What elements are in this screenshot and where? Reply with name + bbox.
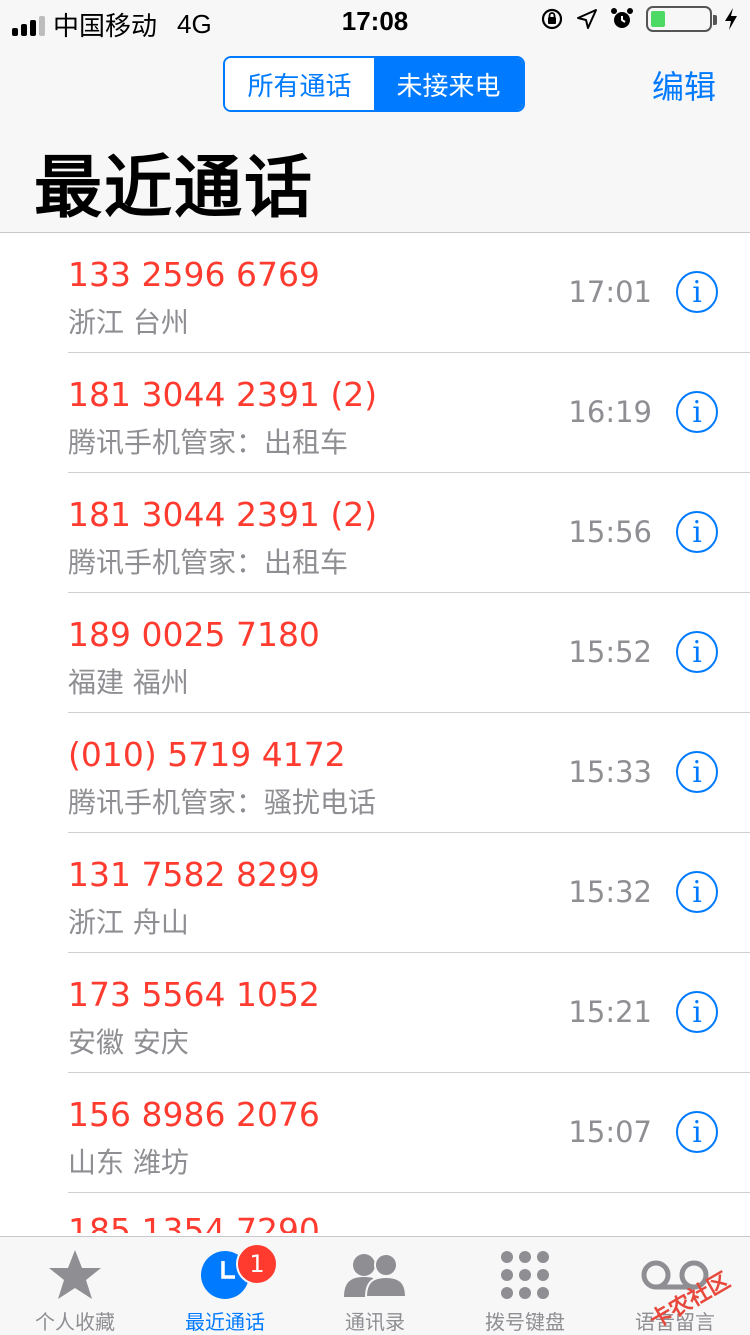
- page-title: 最近通话: [34, 149, 315, 228]
- call-location: 浙江 舟山: [68, 906, 189, 939]
- segment-all-calls[interactable]: 所有通话: [225, 58, 374, 110]
- call-time: 15:56: [568, 515, 652, 549]
- status-right: [540, 6, 738, 32]
- call-number: 189 0025 7180: [68, 615, 320, 654]
- alarm-icon: [611, 8, 633, 28]
- tab-contacts[interactable]: 通讯录: [300, 1237, 450, 1335]
- recent-calls-list: 133 2596 6769 浙江 台州 17:01 i 181 3044 239…: [0, 233, 750, 1233]
- call-time: 17:01: [568, 275, 652, 309]
- call-location: 腾讯手机管家：骚扰电话: [68, 786, 377, 819]
- call-location: 山东 潍坊: [68, 1146, 189, 1179]
- tab-favorites[interactable]: 个人收藏: [0, 1237, 150, 1335]
- call-row-partial[interactable]: 185 1354 7290: [68, 1193, 750, 1233]
- call-time: 15:32: [568, 875, 652, 909]
- battery-icon: [646, 6, 717, 32]
- call-number: 185 1354 7290: [68, 1211, 320, 1233]
- call-time: 15:07: [568, 1115, 652, 1149]
- info-icon[interactable]: i: [676, 271, 718, 313]
- info-icon[interactable]: i: [676, 751, 718, 793]
- info-icon[interactable]: i: [676, 391, 718, 433]
- info-icon[interactable]: i: [676, 871, 718, 913]
- tab-recents[interactable]: 1 最近通话: [150, 1237, 300, 1335]
- call-number: 131 7582 8299: [68, 855, 320, 894]
- call-location: 安徽 安庆: [68, 1026, 189, 1059]
- call-row[interactable]: 181 3044 2391 (2) 腾讯手机管家：出租车 16:19 i: [68, 353, 750, 473]
- call-time: 16:19: [568, 395, 652, 429]
- call-row[interactable]: (010) 5719 4172 腾讯手机管家：骚扰电话 15:33 i: [68, 713, 750, 833]
- call-location: 福建 福州: [68, 666, 189, 699]
- info-icon[interactable]: i: [676, 511, 718, 553]
- charging-bolt-icon: [725, 8, 737, 30]
- call-row[interactable]: 181 3044 2391 (2) 腾讯手机管家：出租车 15:56 i: [68, 473, 750, 593]
- call-time: 15:33: [568, 755, 652, 789]
- tab-label: 拨号键盘: [485, 1310, 565, 1334]
- call-row[interactable]: 133 2596 6769 浙江 台州 17:01 i: [68, 233, 750, 353]
- call-location: 腾讯手机管家：出租车: [68, 546, 349, 579]
- call-row[interactable]: 131 7582 8299 浙江 舟山 15:32 i: [68, 833, 750, 953]
- missed-calls-badge: 1: [236, 1243, 278, 1285]
- tab-label: 最近通话: [185, 1310, 265, 1334]
- location-arrow-icon: [577, 9, 597, 29]
- call-row[interactable]: 156 8986 2076 山东 潍坊 15:07 i: [68, 1073, 750, 1193]
- call-filter-segmented-control: 所有通话 未接来电: [223, 56, 525, 112]
- contacts-icon: [344, 1252, 408, 1298]
- segment-missed-calls[interactable]: 未接来电: [374, 58, 523, 110]
- call-number: 133 2596 6769: [68, 255, 320, 294]
- watermark-logo: 卡农社区: [634, 1268, 744, 1334]
- call-number: 156 8986 2076: [68, 1095, 320, 1134]
- call-location: 腾讯手机管家：出租车: [68, 426, 349, 459]
- watermark-text: 卡农社区: [645, 1268, 735, 1334]
- call-number: (010) 5719 4172: [68, 735, 346, 774]
- call-row[interactable]: 173 5564 1052 安徽 安庆 15:21 i: [68, 953, 750, 1073]
- call-time: 15:52: [568, 635, 652, 669]
- status-bar: 中国移动 4G 17:08: [0, 0, 750, 41]
- navigation-header: 所有通话 未接来电 编辑 最近通话: [0, 40, 750, 233]
- call-number: 181 3044 2391 (2): [68, 495, 378, 534]
- rotation-lock-icon: [541, 8, 563, 30]
- info-icon[interactable]: i: [676, 1111, 718, 1153]
- call-location: 浙江 台州: [68, 306, 189, 339]
- call-number: 173 5564 1052: [68, 975, 320, 1014]
- call-row[interactable]: 189 0025 7180 福建 福州 15:52 i: [68, 593, 750, 713]
- info-icon[interactable]: i: [676, 991, 718, 1033]
- tab-label: 个人收藏: [35, 1310, 115, 1334]
- call-number: 181 3044 2391 (2): [68, 375, 378, 414]
- tab-label: 通讯录: [345, 1310, 405, 1334]
- info-icon[interactable]: i: [676, 631, 718, 673]
- tab-keypad[interactable]: 拨号键盘: [450, 1237, 600, 1335]
- call-time: 15:21: [568, 995, 652, 1029]
- edit-button[interactable]: 编辑: [652, 62, 716, 108]
- star-icon: [49, 1249, 101, 1299]
- tab-bar: 个人收藏 1 最近通话 通讯录 拨号键盘 语音留言 卡农社区: [0, 1236, 750, 1335]
- keypad-icon: [501, 1250, 549, 1299]
